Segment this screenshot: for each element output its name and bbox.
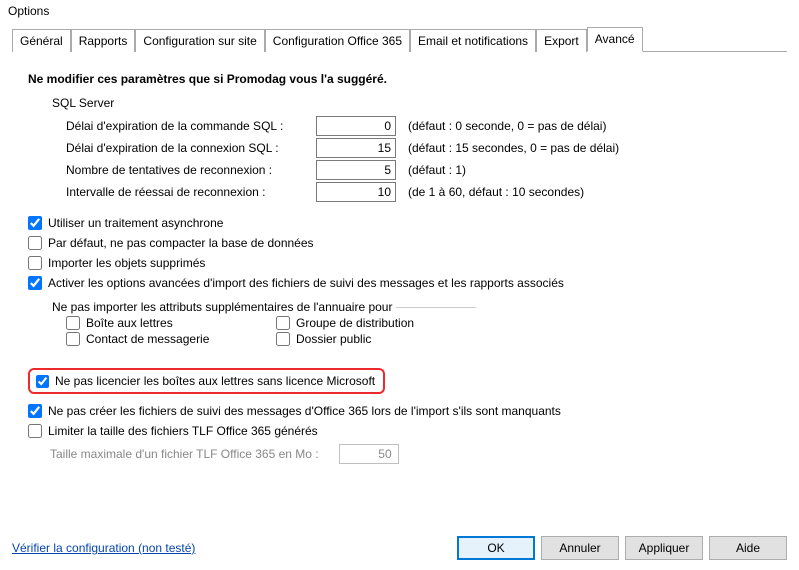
sql-cmd-timeout-hint: (défaut : 0 seconde, 0 = pas de délai) xyxy=(408,119,606,133)
sql-conn-timeout-hint: (défaut : 15 secondes, 0 = pas de délai) xyxy=(408,141,619,155)
cancel-button[interactable]: Annuler xyxy=(541,536,619,560)
cb-import-deleted-label: Importer les objets supprimés xyxy=(48,256,205,270)
cb-adv-import[interactable] xyxy=(28,276,42,290)
sql-legend-text: SQL Server xyxy=(52,96,114,110)
window-title: Options xyxy=(0,0,799,22)
tab-general[interactable]: Général xyxy=(12,29,71,52)
options-window: Options Général Rapports Configuration s… xyxy=(0,0,799,570)
tab-export[interactable]: Export xyxy=(536,29,587,52)
cb-attr-mailbox-label: Boîte aux lettres xyxy=(86,316,173,330)
cb-limit-tlf[interactable] xyxy=(28,424,42,438)
attrs-legend: Ne pas importer les attributs supplément… xyxy=(52,300,396,314)
cb-no-create-tracking-label: Ne pas créer les fichiers de suivi des m… xyxy=(48,404,561,418)
tab-site-config[interactable]: Configuration sur site xyxy=(135,29,264,52)
tlf-max-label: Taille maximale d'un fichier TLF Office … xyxy=(50,447,319,461)
tlf-max-input xyxy=(339,444,399,464)
cb-limit-tlf-label: Limiter la taille des fichiers TLF Offic… xyxy=(48,424,318,438)
cb-adv-import-label: Activer les options avancées d'import de… xyxy=(48,276,564,290)
cb-attr-publicfolder[interactable] xyxy=(276,332,290,346)
footer-bar: Vérifier la configuration (non testé) OK… xyxy=(12,536,787,560)
ok-button[interactable]: OK xyxy=(457,536,535,560)
cb-no-compact[interactable] xyxy=(28,236,42,250)
apply-button[interactable]: Appliquer xyxy=(625,536,703,560)
tab-advanced[interactable]: Avancé xyxy=(587,27,643,52)
cb-import-deleted[interactable] xyxy=(28,256,42,270)
sql-cmd-timeout-input[interactable] xyxy=(316,116,396,136)
sql-legend: SQL Server xyxy=(52,96,771,110)
sql-cmd-timeout-label: Délai d'expiration de la commande SQL : xyxy=(66,119,316,133)
attrs-groupbox: Ne pas importer les attributs supplément… xyxy=(52,300,476,352)
sql-reconnect-attempts-input[interactable] xyxy=(316,160,396,180)
cb-attr-mailbox[interactable] xyxy=(66,316,80,330)
cb-attr-mailcontact-label: Contact de messagerie xyxy=(86,332,209,346)
tab-email-notif[interactable]: Email et notifications xyxy=(410,29,536,52)
tab-content: Ne modifier ces paramètres que si Promod… xyxy=(0,52,799,474)
tab-o365-config[interactable]: Configuration Office 365 xyxy=(265,29,410,52)
cb-async[interactable] xyxy=(28,216,42,230)
verify-config-link[interactable]: Vérifier la configuration (non testé) xyxy=(12,541,195,555)
sql-reconnect-interval-input[interactable] xyxy=(316,182,396,202)
help-button[interactable]: Aide xyxy=(709,536,787,560)
sql-conn-timeout-label: Délai d'expiration de la connexion SQL : xyxy=(66,141,316,155)
cb-no-license[interactable] xyxy=(36,375,49,388)
cb-attr-distgroup[interactable] xyxy=(276,316,290,330)
cb-attr-publicfolder-label: Dossier public xyxy=(296,332,371,346)
sql-server-group: SQL Server Délai d'expiration de la comm… xyxy=(52,96,771,202)
cb-no-create-tracking[interactable] xyxy=(28,404,42,418)
warning-text: Ne modifier ces paramètres que si Promod… xyxy=(28,72,771,86)
cb-attr-distgroup-label: Groupe de distribution xyxy=(296,316,414,330)
tab-bar: Général Rapports Configuration sur site … xyxy=(12,26,787,52)
sql-reconnect-interval-hint: (de 1 à 60, défaut : 10 secondes) xyxy=(408,185,584,199)
sql-reconnect-attempts-label: Nombre de tentatives de reconnexion : xyxy=(66,163,316,177)
cb-attr-mailcontact[interactable] xyxy=(66,332,80,346)
cb-no-compact-label: Par défaut, ne pas compacter la base de … xyxy=(48,236,314,250)
tab-reports[interactable]: Rapports xyxy=(71,29,136,52)
sql-reconnect-attempts-hint: (défaut : 1) xyxy=(408,163,466,177)
cb-async-label: Utiliser un traitement asynchrone xyxy=(48,216,223,230)
cb-no-license-label: Ne pas licencier les boîtes aux lettres … xyxy=(55,374,375,388)
highlighted-option: Ne pas licencier les boîtes aux lettres … xyxy=(28,368,385,394)
sql-reconnect-interval-label: Intervalle de réessai de reconnexion : xyxy=(66,185,316,199)
sql-conn-timeout-input[interactable] xyxy=(316,138,396,158)
